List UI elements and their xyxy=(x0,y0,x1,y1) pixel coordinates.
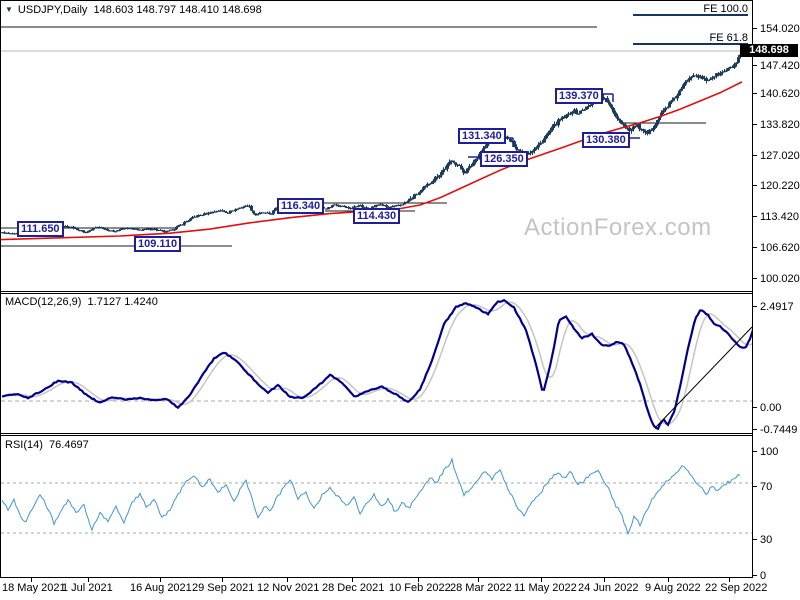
price-level-annotation: 116.340 xyxy=(277,198,325,214)
date-axis-label: 28 Dec 2021 xyxy=(322,582,385,594)
macd-trendline xyxy=(654,326,752,429)
macd-panel[interactable] xyxy=(1,298,754,431)
fibonacci-extension-label: FE 61.8 xyxy=(709,32,748,44)
price-axis-label: 100.020 xyxy=(760,273,800,285)
price-axis-label: 140.620 xyxy=(760,88,800,100)
date-axis-label: 10 Feb 2022 xyxy=(389,582,451,594)
price-level-annotation: 130.380 xyxy=(582,132,630,148)
chart-header: ▼ USDJPY,Daily 148.603 148.797 148.410 14… xyxy=(5,4,262,16)
price-axis-label: 106.620 xyxy=(760,242,800,254)
rsi-axis-label: 30 xyxy=(760,534,773,546)
rsi-axis-label: 100 xyxy=(760,446,779,458)
rsi-panel-title: RSI(14) 76.4697 xyxy=(5,439,89,451)
price-axis-label: 133.820 xyxy=(760,119,800,131)
price-level-annotation: 131.340 xyxy=(458,128,506,144)
date-axis-label: 11 May 2022 xyxy=(514,582,577,594)
fibonacci-extension-label: FE 100.0 xyxy=(703,3,748,15)
price-level-annotation: 109.110 xyxy=(134,236,182,252)
date-axis-label: 28 Mar 2022 xyxy=(450,582,512,594)
current-price-box: 148.698 xyxy=(740,44,798,57)
actionforex-watermark: ActionForex.com xyxy=(524,214,712,241)
macd-indicator-values: 1.7127 1.4240 xyxy=(87,296,158,308)
macd-panel-title: MACD(12,26,9) 1.7127 1.4240 xyxy=(5,296,158,308)
price-axis-label: 120.220 xyxy=(760,180,800,192)
price-level-annotation: 111.650 xyxy=(17,221,64,237)
date-axis-label: 24 Jun 2022 xyxy=(578,582,639,594)
macd-indicator-name: MACD(12,26,9) xyxy=(5,296,82,308)
panel-borders xyxy=(0,0,753,578)
macd-axis-label: 0.00 xyxy=(760,402,782,414)
symbol-timeframe-label: USDJPY,Daily xyxy=(17,4,88,16)
macd-main-line xyxy=(1,298,752,431)
date-axis-label: 9 Aug 2022 xyxy=(645,582,701,594)
rsi-indicator-name: RSI(14) xyxy=(5,439,43,451)
date-axis-label: 18 May 2021 xyxy=(2,582,66,594)
macd-axis-label: 2.4917 xyxy=(760,301,794,313)
chevron-down-icon[interactable]: ▼ xyxy=(5,5,13,14)
date-axis-label: 1 Jul 2021 xyxy=(62,582,113,594)
price-axis-label: 147.420 xyxy=(760,60,800,72)
rsi-panel[interactable] xyxy=(1,457,752,536)
macd-signal-line xyxy=(1,301,752,426)
rsi-axis-label: 0 xyxy=(760,570,767,582)
trading-chart-window: ▼ USDJPY,Daily 148.603 148.797 148.410 14… xyxy=(0,0,800,600)
ohlc-values: 148.603 148.797 148.410 148.698 xyxy=(93,4,262,16)
price-level-annotation: 114.430 xyxy=(353,208,401,224)
price-level-annotation: 139.370 xyxy=(555,88,603,104)
price-axis-label: 113.420 xyxy=(760,211,799,223)
rsi-axis-label: 70 xyxy=(760,481,773,493)
macd-axis-label: -0.7449 xyxy=(760,424,798,436)
date-axis-label: 29 Sep 2021 xyxy=(192,582,255,594)
price-axis-label: 127.020 xyxy=(760,150,800,162)
date-axis-label: 22 Sep 2022 xyxy=(705,582,768,594)
price-level-annotation: 126.350 xyxy=(480,151,528,167)
price-axis-label: 154.020 xyxy=(760,23,800,35)
date-axis-label: 16 Aug 2021 xyxy=(130,582,192,594)
rsi-indicator-values: 76.4697 xyxy=(49,439,89,451)
date-axis-label: 12 Nov 2021 xyxy=(257,582,320,594)
rsi-line xyxy=(1,457,741,536)
